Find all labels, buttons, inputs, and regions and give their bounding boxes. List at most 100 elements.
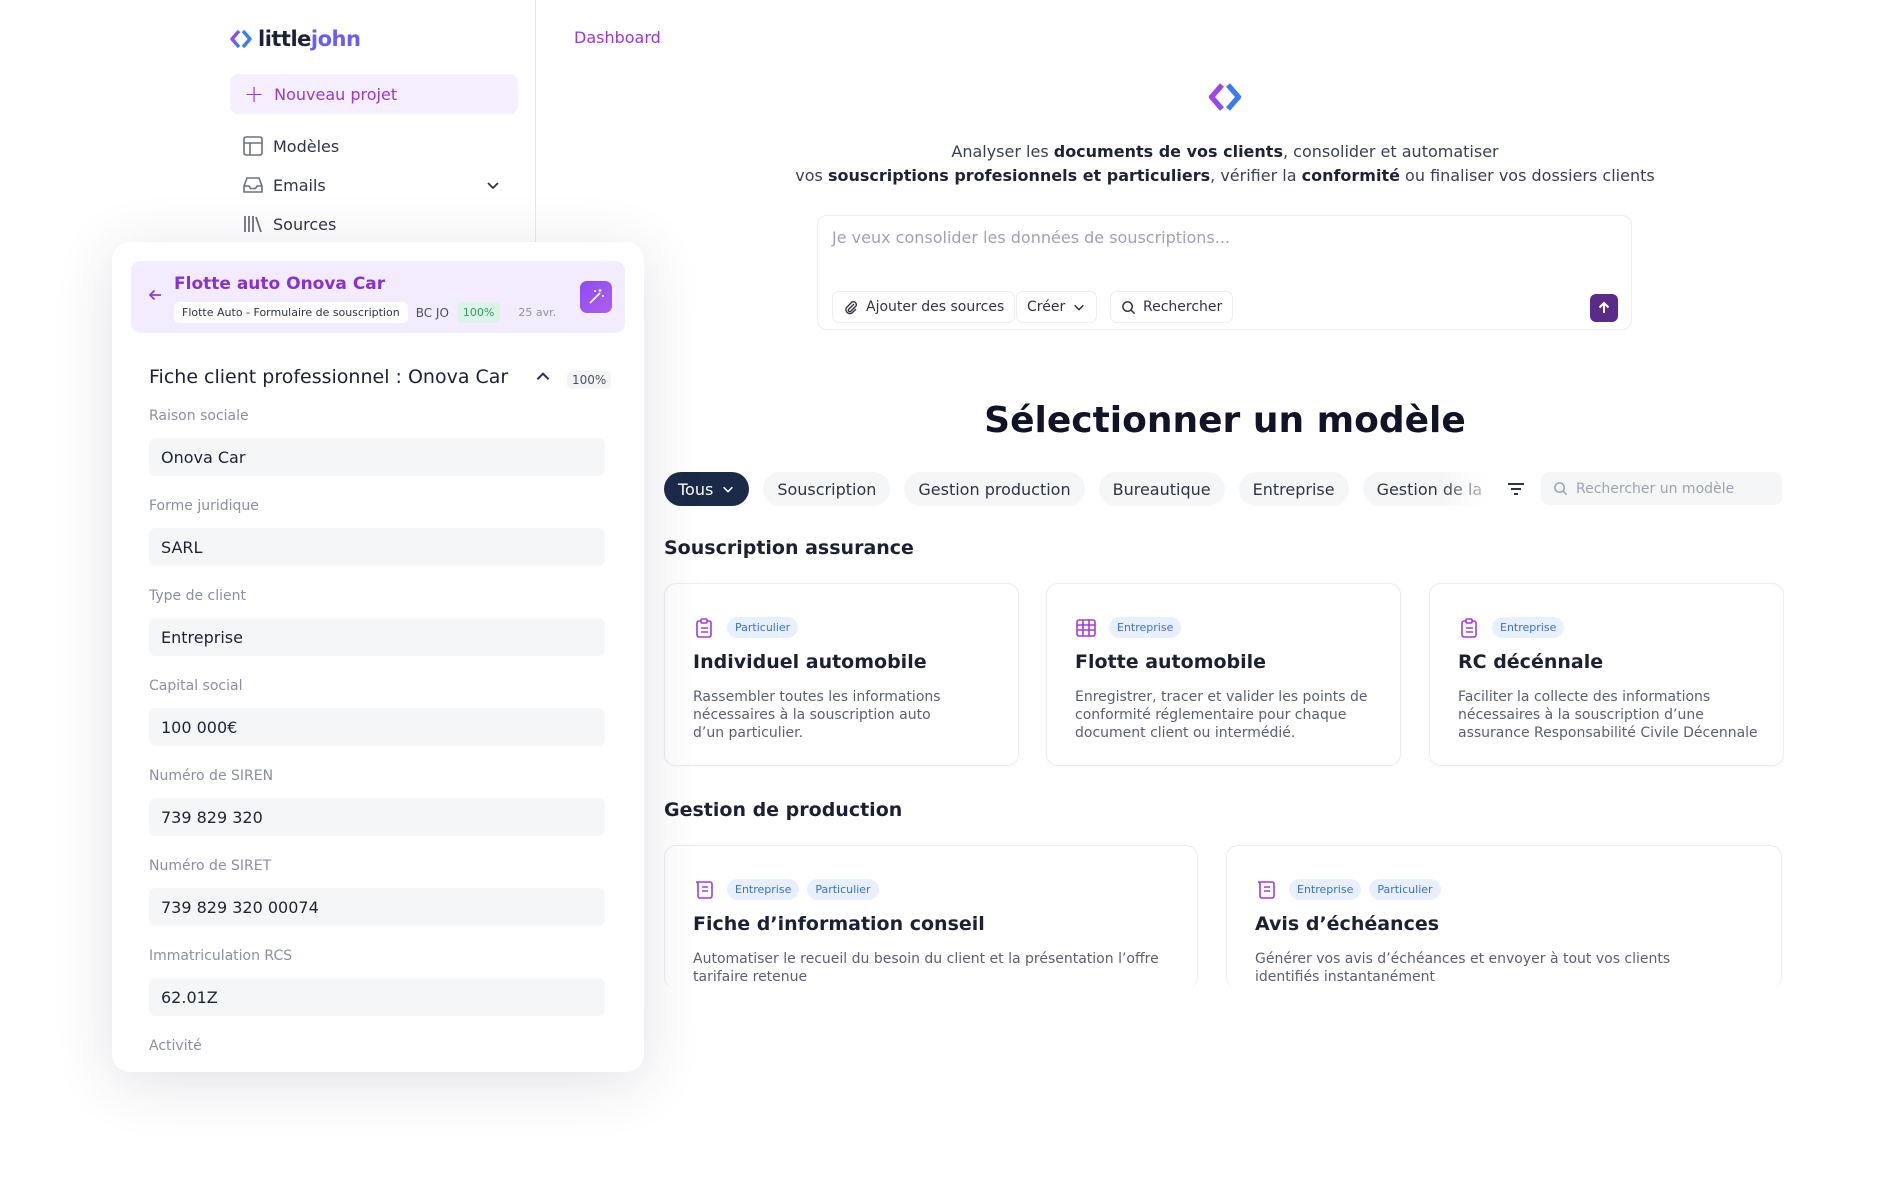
siret-field[interactable]: 739 829 320 00074 xyxy=(149,888,605,926)
field-label: Immatriculation RCS xyxy=(149,948,293,964)
clipboard-icon xyxy=(696,618,712,638)
assignee-initials: BC JO xyxy=(415,305,449,320)
layout-icon xyxy=(243,136,263,156)
clipboard-icon xyxy=(1461,618,1477,638)
breadcrumb[interactable]: Dashboard xyxy=(574,28,661,47)
hero-strong: documents de vos clients xyxy=(1053,142,1283,161)
filter-souscription[interactable]: Souscription xyxy=(763,472,891,506)
create-dropdown[interactable]: Créer xyxy=(1016,291,1098,323)
field-label: Activité xyxy=(149,1038,202,1054)
model-card-flotte-automobile[interactable]: Entreprise Flotte automobile Enregistrer… xyxy=(1046,583,1401,766)
badge-entreprise: Entreprise xyxy=(1492,617,1565,638)
paperclip-icon xyxy=(845,301,857,315)
card-description: Faciliter la collecte des informations n… xyxy=(1458,689,1758,741)
search-label: Rechercher xyxy=(1143,299,1223,315)
badge-entreprise: Entreprise xyxy=(1109,617,1182,638)
model-card-fiche-information-conseil[interactable]: Entreprise Particulier Fiche d’informati… xyxy=(664,845,1198,989)
card-title: Fiche d’information conseil xyxy=(693,913,985,935)
filter-label: Souscription xyxy=(777,479,877,499)
hero-text: Analyser les xyxy=(951,142,1054,161)
sidebar-item-label: Sources xyxy=(273,214,337,234)
badge-particulier: Particulier xyxy=(807,879,879,900)
send-button[interactable] xyxy=(1590,294,1618,322)
arrow-up-icon xyxy=(1598,301,1610,313)
new-project-label: Nouveau projet xyxy=(274,84,398,104)
rcs-field[interactable]: 62.01Z xyxy=(149,978,605,1016)
form-chip[interactable]: Flotte Auto - Formulaire de souscription xyxy=(174,302,408,323)
field-label: Numéro de SIREN xyxy=(149,768,274,784)
model-card-avis-echeances[interactable]: Entreprise Particulier Avis d’échéances … xyxy=(1226,845,1782,989)
search-button[interactable]: Rechercher xyxy=(1110,291,1234,323)
progress-badge: 100% xyxy=(456,302,501,323)
chevron-down-icon[interactable] xyxy=(485,177,501,193)
add-sources-button[interactable]: Ajouter des sources xyxy=(832,291,1016,323)
card-description: Automatiser le recueil du besoin du clie… xyxy=(693,951,1159,985)
filter-label: Gestion de la xyxy=(1376,479,1483,499)
chevron-down-icon xyxy=(723,486,734,493)
model-card-individuel-automobile[interactable]: Particulier Individuel automobile Rassem… xyxy=(664,583,1019,766)
card-description: Enregistrer, tracer et valider les point… xyxy=(1075,689,1368,741)
plus-icon: + xyxy=(244,80,265,108)
hero-strong: conformité xyxy=(1301,166,1400,185)
card-title: RC décénnale xyxy=(1458,651,1604,673)
section-title: Sélectionner un modèle xyxy=(984,400,1466,441)
record-meta: Flotte Auto - Formulaire de souscription… xyxy=(174,302,556,323)
hero-text: , vérifier la xyxy=(1210,166,1302,185)
filter-tous[interactable]: Tous xyxy=(664,472,750,506)
hero-text: , consolider et automatiser xyxy=(1282,142,1499,161)
sidebar-item-modeles[interactable]: Modèles xyxy=(242,135,339,157)
forme-juridique-field[interactable]: SARL xyxy=(149,528,605,566)
card-title: Flotte automobile xyxy=(1075,651,1267,673)
hero-text: ou finaliser vos dossiers clients xyxy=(1399,166,1655,185)
record-title: Flotte auto Onova Car xyxy=(174,274,386,294)
badge-particulier: Particulier xyxy=(1369,879,1441,900)
sidebar-item-label: Modèles xyxy=(273,136,340,156)
chevron-up-icon[interactable] xyxy=(534,368,552,386)
sidebar-item-sources[interactable]: Sources xyxy=(242,213,336,235)
filter-entreprise[interactable]: Entreprise xyxy=(1238,472,1349,506)
sidebar-item-label: Emails xyxy=(273,175,326,195)
inbox-icon xyxy=(243,177,263,193)
record-header: Flotte auto Onova Car Flotte Auto - Form… xyxy=(131,261,625,333)
logo[interactable]: littlejohn xyxy=(230,24,361,54)
raison-sociale-field[interactable]: Onova Car xyxy=(149,438,605,476)
type-client-field[interactable]: Entreprise xyxy=(149,618,605,656)
filter-gestion-production[interactable]: Gestion production xyxy=(904,472,1085,506)
filter-icon[interactable] xyxy=(1505,478,1527,500)
card-description: Rassembler toutes les informations néces… xyxy=(693,689,941,741)
card-description: Générer vos avis d’échéances et envoyer … xyxy=(1255,951,1671,985)
logo-text-suffix: john xyxy=(310,27,361,51)
filter-bar: Tous Souscription Gestion production Bur… xyxy=(664,472,1517,506)
capital-social-field[interactable]: 100 000€ xyxy=(149,708,605,746)
siren-field[interactable]: 739 829 320 xyxy=(149,798,605,836)
prompt-input[interactable]: Je veux consolider les données de souscr… xyxy=(832,228,1230,247)
hero-strong: souscriptions profesionnels et particuli… xyxy=(827,166,1211,185)
logo-text-prefix: little xyxy=(258,27,311,51)
sidebar: littlejohn + Nouveau projet Modèles Emai… xyxy=(0,0,536,250)
arrow-left-icon[interactable] xyxy=(147,287,163,308)
hero-line-2: vos souscriptions profesionnels et parti… xyxy=(760,166,1690,185)
search-icon xyxy=(1122,300,1136,314)
record-date: 25 avr. xyxy=(518,306,557,319)
filter-label: Bureautique xyxy=(1112,479,1211,499)
magic-wand-button[interactable] xyxy=(580,281,612,313)
filter-gestion-de-la[interactable]: Gestion de la xyxy=(1362,472,1503,506)
model-search-input[interactable]: Rechercher un modèle xyxy=(1541,472,1782,505)
filter-bureautique[interactable]: Bureautique xyxy=(1098,472,1225,506)
fiche-progress: 100% xyxy=(567,371,612,389)
model-card-rc-decennale[interactable]: Entreprise RC décénnale Faciliter la col… xyxy=(1429,583,1784,766)
card-title: Individuel automobile xyxy=(693,651,927,673)
client-record-panel: Flotte auto Onova Car Flotte Auto - Form… xyxy=(112,242,644,1072)
library-icon xyxy=(244,216,262,233)
prompt-box[interactable]: Je veux consolider les données de souscr… xyxy=(817,215,1632,330)
fiche-title: Fiche client professionnel : Onova Car xyxy=(149,366,509,388)
field-label: Numéro de SIRET xyxy=(149,858,272,874)
group-title: Gestion de production xyxy=(664,799,903,821)
new-project-button[interactable]: + Nouveau projet xyxy=(230,74,518,114)
filter-label: Entreprise xyxy=(1252,479,1335,499)
sidebar-item-emails[interactable]: Emails xyxy=(242,174,326,196)
create-label: Créer xyxy=(1027,299,1066,315)
hero-line-1: Analyser les documents de vos clients, c… xyxy=(760,142,1690,161)
add-sources-label: Ajouter des sources xyxy=(866,299,1005,315)
scroll-icon xyxy=(695,881,713,899)
